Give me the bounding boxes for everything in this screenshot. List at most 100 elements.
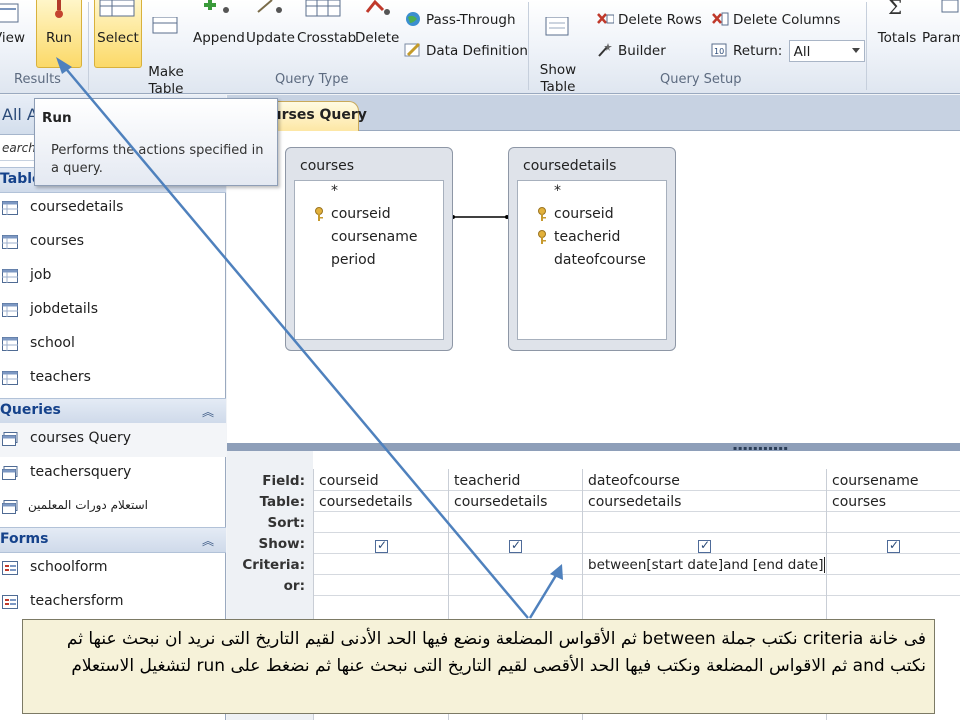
group-separator <box>528 2 529 90</box>
return-value: All <box>793 44 811 60</box>
table-icon <box>2 201 18 215</box>
cell-field[interactable]: dateofcourse <box>588 473 680 489</box>
pencil-icon <box>404 42 421 57</box>
nav-item-label: teachersform <box>30 593 124 609</box>
table-box-title: courses <box>300 158 355 174</box>
cell-table[interactable]: coursedetails <box>454 494 547 510</box>
crosstab-button-label: Crosstab <box>297 30 357 46</box>
run-button[interactable]: Run <box>36 0 82 68</box>
show-table-button[interactable]: Show Table <box>536 0 580 95</box>
table-icon <box>2 337 18 351</box>
row-label-criteria: Criteria: <box>242 557 305 573</box>
key-icon <box>538 230 546 244</box>
field-all[interactable]: * <box>554 183 561 199</box>
chevron-up-icon[interactable]: ︽ <box>202 532 214 549</box>
nav-item-teachersform[interactable]: teachersform <box>0 586 226 620</box>
nav-item-teachersquery[interactable]: teachersquery <box>0 457 226 491</box>
sigma-icon: Σ <box>888 0 902 19</box>
nav-item-label: courses <box>30 233 85 249</box>
form-icon <box>2 595 18 609</box>
data-definition-button[interactable]: Data Definition <box>404 40 528 62</box>
key-icon <box>538 207 546 221</box>
nav-item-jobdetails[interactable]: jobdetails <box>0 294 226 328</box>
append-button[interactable]: Append <box>193 0 245 68</box>
field-all[interactable]: * <box>331 183 338 199</box>
update-button[interactable]: Update <box>246 0 295 68</box>
table-box-title: coursedetails <box>523 158 617 174</box>
builder-button[interactable]: Builder <box>596 40 666 62</box>
delete-columns-button[interactable]: Delete Columns <box>711 9 840 31</box>
parameters-icon <box>941 0 959 13</box>
nav-item-label: teachersquery <box>30 464 132 480</box>
field-courseid[interactable]: courseid <box>315 206 391 222</box>
delete-button[interactable]: Delete <box>355 0 399 68</box>
cell-field[interactable]: teacherid <box>454 473 520 489</box>
svg-text:10: 10 <box>714 47 724 56</box>
table-icon <box>2 303 18 317</box>
criteria-input[interactable]: between[start date]and [end date] <box>588 557 826 573</box>
table-box-coursedetails[interactable]: coursedetails * courseid teacherid dateo… <box>508 147 676 351</box>
row-label-show: Show: <box>258 536 305 552</box>
pane-splitter[interactable]: ▪▪▪▪▪▪▪▪▪▪▪ <box>227 443 960 452</box>
delete-rows-button[interactable]: Delete Rows <box>596 9 702 31</box>
globe-icon <box>406 12 420 26</box>
cell-field[interactable]: coursename <box>832 473 919 489</box>
update-icon <box>257 0 282 13</box>
field-label: teacherid <box>554 229 621 245</box>
show-checkbox[interactable] <box>698 538 711 553</box>
nav-item-teachers[interactable]: teachers <box>0 362 226 396</box>
parameters-button[interactable]: Param <box>922 0 960 68</box>
run-button-label: Run <box>46 30 72 46</box>
delete-columns-icon <box>712 12 729 26</box>
nav-item-school[interactable]: school <box>0 328 226 362</box>
delete-columns-label: Delete Columns <box>733 12 841 28</box>
cell-table[interactable]: coursedetails <box>319 494 412 510</box>
field-courseid[interactable]: courseid <box>538 206 614 222</box>
nav-item-schoolform[interactable]: schoolform <box>0 552 226 586</box>
nav-item-coursedetails[interactable]: coursedetails <box>0 192 226 226</box>
table-box-courses[interactable]: courses * courseid coursename period <box>285 147 453 351</box>
field-period[interactable]: period <box>331 252 376 268</box>
show-checkbox[interactable] <box>509 538 522 553</box>
nav-item-label: job <box>30 267 52 283</box>
nav-item-courses-query[interactable]: courses Query <box>0 423 226 457</box>
make-table-button[interactable]: Make Table <box>146 0 186 97</box>
view-icon <box>0 3 19 23</box>
table-field-list: * courseid teacherid dateofcourse <box>517 180 667 340</box>
instruction-callout: فى خانة criteria نكتب جملة between ثم ال… <box>22 619 935 714</box>
select-button[interactable]: Select <box>94 0 142 68</box>
crosstab-button[interactable]: Crosstab <box>297 0 357 68</box>
view-button-label: View <box>0 30 26 46</box>
field-coursename[interactable]: coursename <box>331 229 418 245</box>
nav-item-arabic-query[interactable]: استعلام دورات المعلمين <box>0 491 226 525</box>
cell-field[interactable]: courseid <box>319 473 379 489</box>
tooltip-body: Performs the actions specified in a quer… <box>51 143 264 176</box>
table-icon <box>2 235 18 249</box>
pass-through-button[interactable]: Pass-Through <box>404 9 516 31</box>
builder-wand-icon <box>598 43 612 57</box>
nav-group-title: Queries <box>0 402 61 418</box>
append-button-label: Append <box>193 30 245 46</box>
cell-table[interactable]: coursedetails <box>588 494 681 510</box>
table-field-list: * courseid coursename period <box>294 180 444 340</box>
return-combobox[interactable]: All <box>788 40 865 62</box>
nav-item-job[interactable]: job <box>0 260 226 294</box>
crosstab-icon <box>305 0 341 17</box>
nav-group-queries[interactable]: Queries ︽ <box>0 398 226 424</box>
append-icon <box>204 0 229 13</box>
nav-group-forms[interactable]: Forms ︽ <box>0 527 226 553</box>
field-teacherid[interactable]: teacherid <box>538 229 621 245</box>
return-control: 10 Return: All <box>711 40 865 62</box>
make-table-button-label: Make Table <box>148 64 184 97</box>
nav-item-courses[interactable]: courses <box>0 226 226 260</box>
field-label: courseid <box>554 206 614 222</box>
callout-text: فى خانة criteria نكتب جملة between ثم ال… <box>66 629 926 676</box>
show-checkbox[interactable] <box>887 538 900 553</box>
chevron-down-icon <box>851 48 860 53</box>
cell-table[interactable]: courses <box>832 494 886 510</box>
show-checkbox[interactable] <box>375 538 388 553</box>
chevron-up-icon[interactable]: ︽ <box>202 403 214 420</box>
totals-button[interactable]: Σ Totals <box>874 0 920 68</box>
field-dateofcourse[interactable]: dateofcourse <box>554 252 646 268</box>
view-button[interactable]: View <box>0 0 28 68</box>
